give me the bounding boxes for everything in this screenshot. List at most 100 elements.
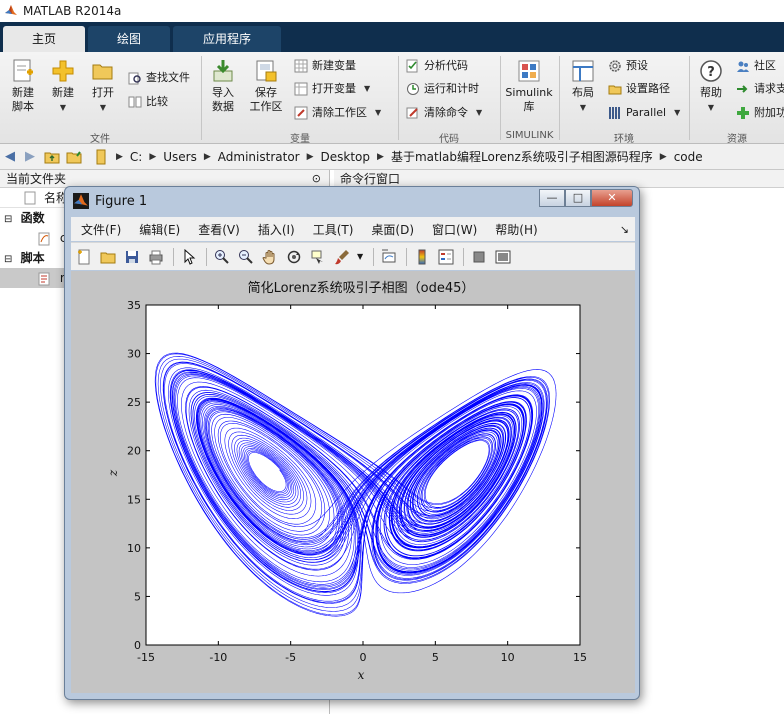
menu-help[interactable]: 帮助(H): [495, 221, 537, 238]
dock-arrow-icon[interactable]: ↘: [620, 223, 629, 236]
print-icon[interactable]: [147, 248, 165, 266]
open-variable-label: 打开变量: [312, 82, 356, 95]
help-button[interactable]: ? 帮助 ▼: [694, 58, 728, 115]
figure-canvas[interactable]: 简化Lorenz系统吸引子相图（ode45） -15 -10 -5 0 5 10 15 0 5 1…: [71, 271, 635, 693]
clear-workspace-button[interactable]: 清除工作区 ▼: [294, 103, 381, 123]
menu-desktop[interactable]: 桌面(D): [371, 221, 414, 238]
breadcrumb-item[interactable]: Users: [163, 150, 197, 164]
y-tick-label: 25: [127, 396, 141, 409]
y-tick-label: 5: [134, 590, 141, 603]
clear-commands-button[interactable]: 清除命令 ▼: [406, 103, 482, 123]
menu-edit[interactable]: 编辑(E): [139, 221, 180, 238]
brush-dropdown-caret-icon[interactable]: ▼: [357, 252, 363, 261]
layout-caret-icon[interactable]: ▼: [580, 103, 586, 112]
breadcrumb-item[interactable]: code: [674, 150, 703, 164]
clear-workspace-caret-icon[interactable]: ▼: [375, 103, 381, 123]
addons-label: 附加功: [754, 106, 784, 119]
community-icon: [737, 61, 749, 72]
open-file-icon[interactable]: [99, 248, 117, 266]
menu-view[interactable]: 查看(V): [198, 221, 240, 238]
layout-button[interactable]: 布局 ▼: [566, 58, 600, 115]
menu-tools[interactable]: 工具(T): [313, 221, 354, 238]
tab-apps[interactable]: 应用程序: [173, 26, 281, 52]
analyze-code-button[interactable]: 分析代码: [406, 56, 468, 76]
close-button[interactable]: ✕: [591, 189, 633, 207]
hide-plot-tools-icon[interactable]: [470, 248, 488, 266]
breadcrumb-separator-icon[interactable]: ▶: [377, 152, 384, 162]
x-axis-label: x: [358, 668, 365, 682]
data-cursor-icon[interactable]: [309, 248, 327, 266]
matlab-logo-icon: [73, 193, 89, 209]
y-tick-label: 35: [127, 299, 141, 312]
open-dropdown-caret-icon[interactable]: ▼: [100, 103, 106, 112]
help-caret-icon[interactable]: ▼: [708, 103, 714, 112]
clear-commands-caret-icon[interactable]: ▼: [476, 103, 482, 123]
link-plot-icon[interactable]: [380, 248, 398, 266]
collapse-icon[interactable]: ⊟: [4, 214, 12, 225]
compare-button[interactable]: 比较: [128, 92, 168, 112]
layout-label: 布局: [572, 86, 594, 99]
import-data-button[interactable]: 导入 数据: [206, 58, 240, 114]
breadcrumb-separator-icon[interactable]: ▶: [116, 152, 123, 162]
back-arrow-icon[interactable]: ◀: [2, 149, 18, 164]
breadcrumb-separator-icon[interactable]: ▶: [307, 152, 314, 162]
save-workspace-button[interactable]: 保存 工作区: [246, 58, 286, 114]
menu-window[interactable]: 窗口(W): [432, 221, 477, 238]
preferences-button[interactable]: 预设: [608, 56, 648, 76]
clear-workspace-label: 清除工作区: [312, 106, 367, 119]
browse-folder-icon[interactable]: [66, 150, 82, 164]
import-data-label: 导入 数据: [212, 86, 234, 113]
open-variable-button[interactable]: 打开变量 ▼: [294, 79, 370, 99]
open-variable-caret-icon[interactable]: ▼: [364, 79, 370, 99]
new-button[interactable]: 新建 ▼: [46, 58, 80, 115]
rotate-3d-icon[interactable]: [285, 248, 303, 266]
menu-insert[interactable]: 插入(I): [258, 221, 295, 238]
open-button[interactable]: 打开 ▼: [86, 58, 120, 115]
breadcrumb-separator-icon[interactable]: ▶: [149, 152, 156, 162]
community-button[interactable]: 社区: [736, 56, 776, 76]
breadcrumb-item[interactable]: C:: [130, 150, 142, 164]
maximize-button[interactable]: □: [565, 189, 591, 207]
tab-home[interactable]: 主页: [3, 26, 85, 52]
lorenz-phase-plot[interactable]: 简化Lorenz系统吸引子相图（ode45） -15 -10 -5 0 5 10 15 0 5 1…: [71, 271, 635, 693]
breadcrumb-item[interactable]: Administrator: [218, 150, 300, 164]
run-and-time-button[interactable]: 运行和计时: [406, 79, 479, 99]
new-figure-icon[interactable]: [75, 248, 93, 266]
minimize-button[interactable]: —: [539, 189, 565, 207]
forward-arrow-icon[interactable]: ▶: [22, 149, 38, 164]
parallel-button[interactable]: Parallel ▼: [608, 103, 680, 123]
zoom-in-icon[interactable]: [213, 248, 231, 266]
collapse-icon[interactable]: ⊟: [4, 254, 12, 265]
legend-icon[interactable]: [437, 248, 455, 266]
new-variable-button[interactable]: 新建变量: [294, 56, 356, 76]
zoom-out-icon[interactable]: [237, 248, 255, 266]
colorbar-icon[interactable]: [413, 248, 431, 266]
figure-toolbar: ▼: [71, 242, 635, 270]
find-files-button[interactable]: 查找文件: [128, 68, 190, 88]
set-path-button[interactable]: 设置路径: [608, 79, 670, 99]
request-support-button[interactable]: 请求支: [736, 79, 784, 99]
pointer-arrow-icon[interactable]: [180, 248, 198, 266]
brush-icon[interactable]: [333, 248, 351, 266]
new-script-button[interactable]: 新建 脚本: [6, 58, 40, 114]
request-support-label: 请求支: [754, 82, 784, 95]
simulink-library-button[interactable]: Simulink 库: [504, 58, 554, 114]
breadcrumb-item[interactable]: 基于matlab编程Lorenz系统吸引子相图源码程序: [391, 148, 653, 165]
show-plot-tools-icon[interactable]: [494, 248, 512, 266]
pan-hand-icon[interactable]: [261, 248, 279, 266]
breadcrumb-item[interactable]: Desktop: [321, 150, 371, 164]
new-dropdown-caret-icon[interactable]: ▼: [60, 103, 66, 112]
addons-button[interactable]: 附加功: [736, 103, 784, 123]
up-folder-icon[interactable]: [44, 150, 60, 164]
parallel-icon: [609, 107, 620, 119]
parallel-caret-icon[interactable]: ▼: [674, 103, 680, 123]
breadcrumb-separator-icon[interactable]: ▶: [204, 152, 211, 162]
tab-plots[interactable]: 绘图: [88, 26, 170, 52]
ribbon-divider: [500, 56, 501, 140]
breadcrumb-separator-icon[interactable]: ▶: [660, 152, 667, 162]
toolbar-divider: [406, 247, 408, 266]
menu-file[interactable]: 文件(F): [81, 221, 121, 238]
svg-text:?: ?: [707, 65, 715, 80]
save-icon[interactable]: [123, 248, 141, 266]
figure-titlebar[interactable]: Figure 1 — □ ✕: [65, 187, 639, 215]
